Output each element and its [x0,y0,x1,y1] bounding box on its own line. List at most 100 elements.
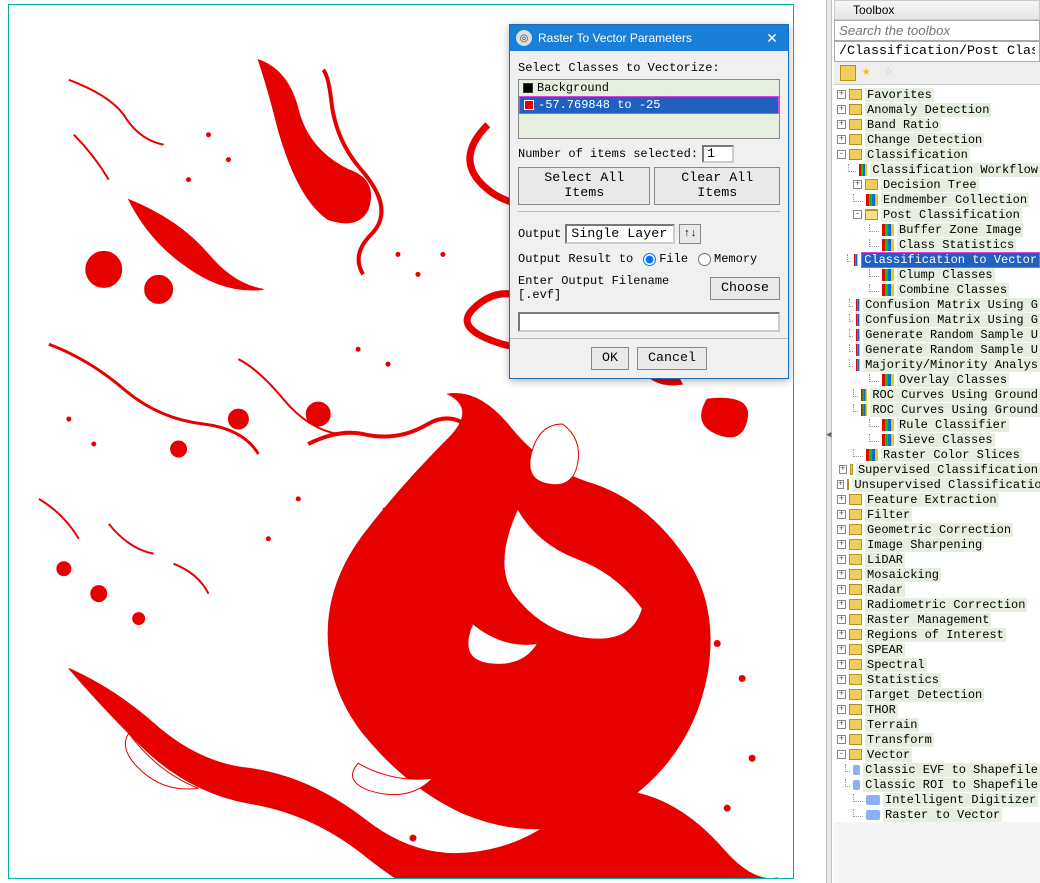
tree-item[interactable]: Classic ROI to Shapefile [834,777,1040,792]
radio-file-input[interactable] [643,253,656,266]
tree-item[interactable]: +Unsupervised Classification [834,477,1040,492]
cancel-button[interactable]: Cancel [637,347,707,370]
expand-icon[interactable]: + [837,90,846,99]
radio-memory[interactable]: Memory [698,252,757,266]
tree-item[interactable]: Classification Workflow [834,162,1040,177]
tree-item[interactable]: +Feature Extraction [834,492,1040,507]
tree-item[interactable]: +Image Sharpening [834,537,1040,552]
tree-item[interactable]: Rule Classifier [834,417,1040,432]
tree-item[interactable]: -Vector [834,747,1040,762]
tree-item[interactable]: Confusion Matrix Using G [834,312,1040,327]
expand-icon[interactable]: + [839,465,846,474]
toolbox-search-input[interactable] [834,20,1040,41]
tree-item[interactable]: Generate Random Sample U [834,342,1040,357]
tree-item[interactable]: +Radiometric Correction [834,597,1040,612]
swap-button[interactable]: ↑↓ [679,224,701,244]
tree-item[interactable]: Classic EVF to Shapefile [834,762,1040,777]
tree-item[interactable]: +Change Detection [834,132,1040,147]
ok-button[interactable]: OK [591,347,629,370]
tree-item[interactable]: Clump Classes [834,267,1040,282]
filename-input[interactable] [518,312,780,332]
panel-splitter[interactable] [826,0,832,883]
tree-item[interactable]: Classification to Vector [834,252,1040,267]
collapse-icon[interactable]: - [853,210,862,219]
choose-button[interactable]: Choose [710,277,780,300]
expand-icon[interactable]: + [837,105,846,114]
close-icon[interactable]: ✕ [762,29,782,47]
tree-item[interactable]: Raster Color Slices [834,447,1040,462]
radio-file[interactable]: File [643,252,688,266]
toolbox-tree[interactable]: +Favorites+Anomaly Detection+Band Ratio+… [834,85,1040,822]
expand-icon[interactable]: + [837,495,846,504]
dialog-titlebar[interactable]: ◎ Raster To Vector Parameters ✕ [510,25,788,51]
tree-item[interactable]: Generate Random Sample U [834,327,1040,342]
tree-item[interactable]: +Statistics [834,672,1040,687]
radio-memory-input[interactable] [698,253,711,266]
tree-item[interactable]: +THOR [834,702,1040,717]
expand-icon[interactable]: + [837,735,846,744]
expand-icon[interactable]: + [837,525,846,534]
num-items-field[interactable] [702,145,734,163]
class-list[interactable]: Background -57.769848 to -25 [518,79,780,139]
tree-item[interactable]: +LiDAR [834,552,1040,567]
collapse-icon[interactable]: - [837,750,846,759]
tree-item[interactable]: Class Statistics [834,237,1040,252]
tree-item[interactable]: +Decision Tree [834,177,1040,192]
expand-icon[interactable]: + [837,705,846,714]
tree-item[interactable]: +Regions of Interest [834,627,1040,642]
tree-item[interactable]: +Geometric Correction [834,522,1040,537]
tree-item[interactable]: +Raster Management [834,612,1040,627]
expand-icon[interactable]: + [837,135,846,144]
tree-item[interactable]: +SPEAR [834,642,1040,657]
expand-icon[interactable]: + [837,690,846,699]
tree-item[interactable]: -Post Classification [834,207,1040,222]
tree-item[interactable]: Majority/Minority Analys [834,357,1040,372]
tree-item[interactable]: +Radar [834,582,1040,597]
tree-item[interactable]: +Mosaicking [834,567,1040,582]
expand-icon[interactable]: + [837,630,846,639]
expand-icon[interactable]: + [837,615,846,624]
tree-item[interactable]: +Supervised Classification [834,462,1040,477]
tree-item[interactable]: Buffer Zone Image [834,222,1040,237]
tree-item[interactable]: ROC Curves Using Ground [834,402,1040,417]
expand-icon[interactable]: + [837,480,844,489]
tree-item[interactable]: +Band Ratio [834,117,1040,132]
toolbox-path-input[interactable] [834,41,1040,62]
expand-icon[interactable]: + [837,540,846,549]
folder-icon[interactable] [840,65,856,81]
clear-all-button[interactable]: Clear All Items [654,167,780,205]
expand-icon[interactable]: + [837,660,846,669]
tree-item[interactable]: -Classification [834,147,1040,162]
expand-icon[interactable]: + [853,180,862,189]
output-mode-field[interactable] [565,224,675,244]
expand-icon[interactable]: + [837,555,846,564]
class-row-background[interactable]: Background [519,80,779,96]
expand-icon[interactable]: + [837,570,846,579]
expand-icon[interactable]: + [837,720,846,729]
tree-item[interactable]: +Transform [834,732,1040,747]
tree-item[interactable]: Overlay Classes [834,372,1040,387]
expand-icon[interactable]: + [837,120,846,129]
tree-item[interactable]: ROC Curves Using Ground [834,387,1040,402]
expand-icon[interactable]: + [837,675,846,684]
tree-item[interactable]: Combine Classes [834,282,1040,297]
select-all-button[interactable]: Select All Items [518,167,650,205]
tree-item[interactable]: +Terrain [834,717,1040,732]
tree-item[interactable]: +Target Detection [834,687,1040,702]
tree-item[interactable]: +Anomaly Detection [834,102,1040,117]
tree-item[interactable]: Raster to Vector [834,807,1040,822]
tree-item[interactable]: Sieve Classes [834,432,1040,447]
class-row-selected[interactable]: -57.769848 to -25 [519,96,779,114]
tree-item[interactable]: Intelligent Digitizer [834,792,1040,807]
collapse-icon[interactable]: - [837,150,846,159]
tree-item[interactable]: +Spectral [834,657,1040,672]
tree-item[interactable]: Endmember Collection [834,192,1040,207]
tree-item[interactable]: Confusion Matrix Using G [834,297,1040,312]
tree-item[interactable]: +Favorites [834,87,1040,102]
expand-icon[interactable]: + [837,510,846,519]
star-filled-icon[interactable]: ★ [862,65,878,81]
star-outline-icon[interactable]: ☆ [884,65,900,81]
expand-icon[interactable]: + [837,585,846,594]
expand-icon[interactable]: + [837,645,846,654]
tree-item[interactable]: +Filter [834,507,1040,522]
